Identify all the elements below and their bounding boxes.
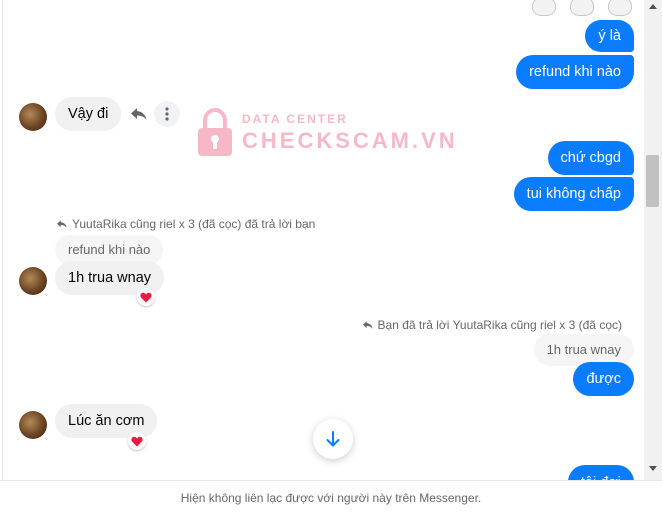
reply-info: Bạn đã trả lời YuutaRika cũng riel x 3 (… bbox=[362, 318, 622, 332]
scroll-up-icon[interactable] bbox=[649, 4, 657, 9]
skull-icon bbox=[570, 0, 594, 16]
message-outgoing[interactable]: refund khi nào bbox=[516, 55, 634, 89]
notice-text: Hiện không liên lạc được với người này t… bbox=[180, 490, 482, 505]
reply-arrow-icon bbox=[57, 220, 67, 228]
skull-emoji-row bbox=[532, 0, 632, 16]
reply-info-text: Bạn đã trả lời YuutaRika cũng riel x 3 (… bbox=[377, 318, 622, 332]
heart-icon bbox=[131, 436, 143, 446]
reply-info: YuutaRika cũng riel x 3 (đã cọc) đã trả … bbox=[56, 217, 315, 231]
avatar[interactable] bbox=[19, 103, 47, 131]
message-outgoing[interactable]: được bbox=[573, 362, 634, 396]
message-outgoing[interactable]: tôi đợi bbox=[567, 465, 634, 480]
scroll-down-icon[interactable] bbox=[649, 466, 657, 471]
watermark-line1: DATA CENTER bbox=[242, 112, 348, 126]
divider bbox=[2, 0, 3, 480]
avatar[interactable] bbox=[19, 411, 47, 439]
scrollbar[interactable] bbox=[644, 0, 662, 480]
avatar[interactable] bbox=[19, 267, 47, 295]
scroll-to-bottom-button[interactable] bbox=[313, 419, 353, 459]
message-outgoing[interactable]: tui không chấp bbox=[513, 177, 634, 211]
heart-reaction[interactable] bbox=[128, 432, 146, 450]
message-outgoing[interactable]: chứ cbgd bbox=[547, 141, 634, 175]
watermark-line2: CHECKSCAM.VN bbox=[242, 128, 458, 153]
skull-icon bbox=[532, 0, 556, 16]
chat-thread[interactable]: ý là refund khi nào Vậy đi DATA CENTER C… bbox=[0, 0, 644, 480]
scrollbar-thumb[interactable] bbox=[646, 155, 659, 207]
arrow-down-icon bbox=[326, 431, 340, 447]
reply-arrow-icon bbox=[362, 321, 373, 329]
heart-reaction[interactable] bbox=[137, 288, 155, 306]
skull-icon bbox=[608, 0, 632, 16]
reply-info-text: YuutaRika cũng riel x 3 (đã cọc) đã trả … bbox=[72, 217, 316, 231]
heart-icon bbox=[140, 292, 152, 302]
unavailable-notice: Hiện không liên lạc được với người này t… bbox=[0, 480, 662, 514]
padlock-icon bbox=[198, 108, 232, 156]
more-dots-icon[interactable] bbox=[154, 101, 180, 127]
message-outgoing[interactable]: ý là bbox=[585, 20, 634, 52]
message-incoming[interactable]: Vậy đi bbox=[55, 97, 122, 131]
watermark-logo: DATA CENTER CHECKSCAM.VN bbox=[196, 108, 458, 158]
reply-arrow-icon[interactable] bbox=[126, 101, 152, 127]
